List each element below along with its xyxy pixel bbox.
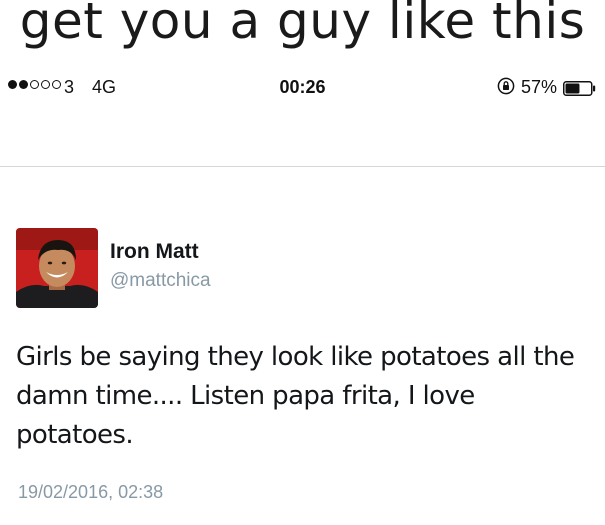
- meme-caption: get you a guy like this: [19, 0, 586, 50]
- screenshot-page: get you a guy like this 3 4G 00:26 57% I…: [0, 0, 605, 525]
- status-bar: 3 4G 00:26 57%: [0, 70, 605, 106]
- display-name[interactable]: Iron Matt: [110, 240, 199, 264]
- battery-percent: 57%: [521, 77, 558, 97]
- tweet-text: Girls be saying they look like potatoes …: [16, 342, 575, 450]
- user-handle[interactable]: @mattchica: [110, 270, 211, 292]
- battery-icon: [563, 81, 596, 96]
- avatar[interactable]: [16, 228, 98, 308]
- profile-photo-icon: [16, 228, 98, 308]
- rotation-lock-icon: [497, 77, 515, 95]
- tweet-timestamp[interactable]: 19/02/2016, 02:38: [18, 482, 163, 503]
- header-divider: [0, 166, 605, 167]
